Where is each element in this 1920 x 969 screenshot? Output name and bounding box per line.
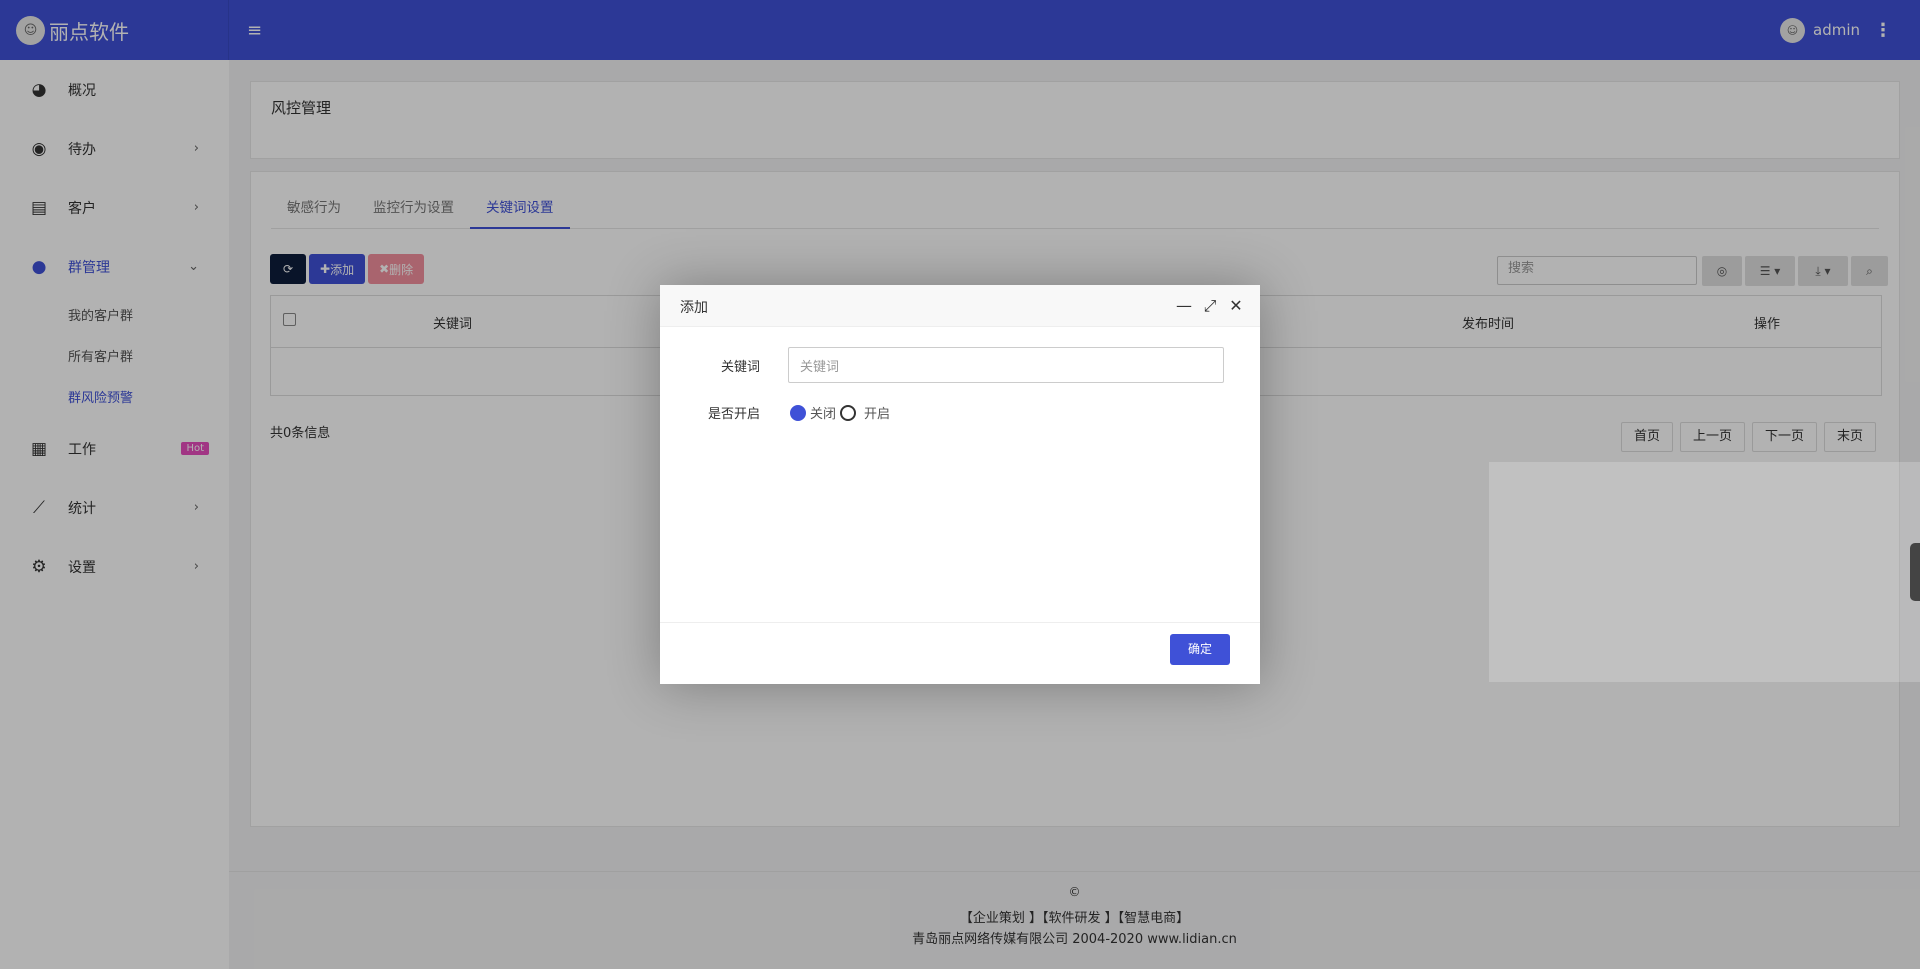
maximize-icon[interactable]: ⤢: [1202, 296, 1218, 316]
dialog-controls: — ⤢ ✕: [1176, 296, 1244, 316]
enable-radio-group: 关闭 开启: [790, 403, 894, 422]
radio-off-label[interactable]: 关闭: [810, 403, 836, 422]
keyword-label: 关键词: [720, 359, 760, 375]
ghost-panel: [1489, 462, 1920, 682]
keyword-row: 关键词 关键词: [660, 347, 1224, 383]
side-drawer-handle[interactable]: [1910, 543, 1920, 601]
radio-on[interactable]: [840, 404, 857, 421]
minimize-icon[interactable]: —: [1176, 296, 1192, 316]
radio-on-label[interactable]: 开启: [864, 403, 890, 422]
close-icon[interactable]: ✕: [1228, 296, 1244, 316]
confirm-button[interactable]: 确定: [1169, 634, 1230, 665]
enable-label: 是否开启: [707, 407, 760, 422]
dialog-header: 添加 — ⤢ ✕: [660, 285, 1260, 327]
dialog-footer: 确定: [660, 622, 1260, 684]
keyword-input[interactable]: 关键词: [788, 347, 1224, 383]
enable-row: 是否开启 关闭 开启: [660, 403, 894, 422]
keyword-placeholder: 关键词: [800, 359, 840, 375]
dialog-title: 添加: [680, 300, 708, 316]
radio-off[interactable]: [790, 404, 806, 421]
add-dialog: 添加 — ⤢ ✕ 关键词 关键词 是否开启 关闭 开启 确定: [660, 285, 1260, 684]
